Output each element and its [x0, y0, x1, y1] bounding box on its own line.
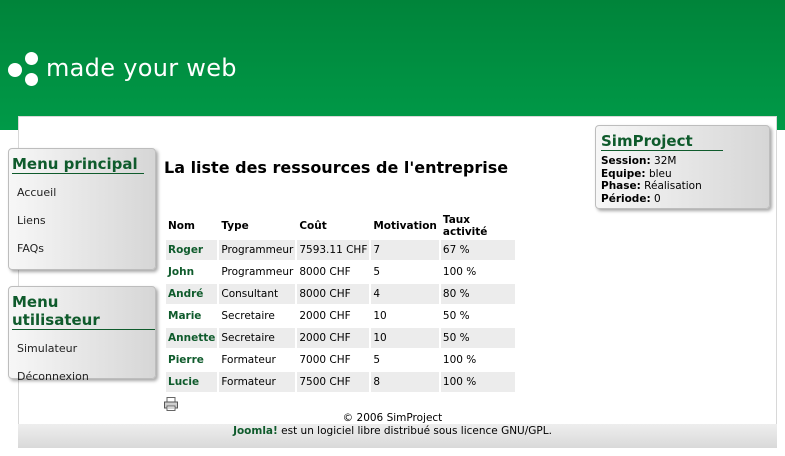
cell-type: Programmeur	[221, 266, 294, 278]
col-header-type: Type	[221, 220, 249, 232]
user-menu: Menu utilisateur Simulateur Déconnexion	[8, 286, 156, 383]
joomla-link[interactable]: Joomla!	[233, 425, 278, 437]
session-row: Session: 32M	[601, 155, 769, 168]
cell-taux: 80 %	[440, 284, 515, 304]
cell-cout: 7500 CHF	[297, 372, 370, 392]
phase-label: Phase:	[601, 180, 641, 192]
cell-motivation: 4	[371, 284, 439, 304]
cell-type: Programmeur	[219, 240, 296, 260]
cell-motivation: 10	[371, 328, 439, 348]
cell-cout: 2000 CHF	[299, 310, 351, 322]
cell-nom[interactable]: John	[166, 262, 217, 282]
cell-nom[interactable]: Annette	[166, 328, 218, 348]
cell-cout: 7593.11 CHF	[297, 240, 370, 260]
cell-taux: 67 %	[440, 240, 515, 260]
site-title: made your web	[46, 54, 237, 82]
main-menu: Menu principal Accueil Liens FAQs	[8, 148, 156, 270]
periode-label: Période:	[601, 192, 651, 205]
copyright-text: © 2006 SimProject	[342, 412, 443, 424]
cell-nom[interactable]: Pierre	[166, 350, 217, 370]
license-rest: est un logiciel libre distribué sous lic…	[277, 425, 552, 437]
cell-taux: 50 %	[440, 328, 515, 348]
cell-type: Formateur	[219, 372, 296, 392]
print-icon[interactable]	[164, 397, 178, 411]
cell-cout: 8000 CHF	[297, 284, 370, 304]
cell-type: Secretaire	[219, 328, 296, 348]
cell-motivation: 10	[373, 310, 387, 322]
table-row: John Programmeur 8000 CHF 5 100 %	[166, 262, 515, 282]
cell-taux: 100 %	[442, 354, 477, 366]
license-text: Joomla! est un logiciel libre distribué …	[0, 425, 785, 437]
col-header-taux: Taux activité	[442, 214, 488, 238]
site-header: made your web	[0, 0, 785, 130]
equipe-label: Equipe:	[601, 167, 646, 180]
menu-item-faqs[interactable]: FAQs	[9, 240, 155, 268]
user-menu-title: Menu utilisateur	[12, 293, 155, 330]
table-row: Marie Secretaire 2000 CHF 10 50 %	[166, 306, 515, 326]
periode-value: 0	[654, 192, 661, 205]
cell-nom[interactable]: Marie	[166, 306, 217, 326]
cell-nom[interactable]: André	[166, 284, 218, 304]
cell-type: Secretaire	[221, 310, 275, 322]
menu-item-label[interactable]: Simulateur	[17, 342, 77, 355]
menu-item-liens[interactable]: Liens	[9, 212, 155, 240]
table-header-row: Nom Type Coût Motivation Taux activité	[166, 214, 515, 238]
cell-motivation: 7	[371, 240, 439, 260]
table-row: Lucie Formateur 7500 CHF 8 100 %	[166, 372, 515, 392]
simproject-panel: SimProject Session: 32M Equipe: bleu Pha…	[595, 125, 770, 209]
cell-nom[interactable]: Roger	[166, 240, 218, 260]
menu-item-label[interactable]: Accueil	[17, 186, 56, 199]
simproject-title: SimProject	[601, 132, 723, 151]
cell-motivation: 8	[371, 372, 439, 392]
cell-cout: 7000 CHF	[299, 354, 351, 366]
menu-item-label[interactable]: FAQs	[17, 242, 44, 255]
periode-row: Période: 0	[601, 193, 769, 206]
menu-item-deconnexion[interactable]: Déconnexion	[9, 368, 155, 396]
cell-type: Formateur	[221, 354, 276, 366]
main-menu-title: Menu principal	[12, 155, 144, 174]
table-row: André Consultant 8000 CHF 4 80 %	[166, 284, 515, 304]
cell-motivation: 5	[373, 354, 381, 366]
cell-motivation: 5	[373, 266, 381, 278]
table-row: Roger Programmeur 7593.11 CHF 7 67 %	[166, 240, 515, 260]
session-value: 32M	[654, 155, 677, 167]
page-title: La liste des ressources de l'entreprise	[164, 158, 509, 177]
table-row: Annette Secretaire 2000 CHF 10 50 %	[166, 328, 515, 348]
menu-item-label[interactable]: Liens	[17, 214, 46, 227]
menu-item-label[interactable]: Déconnexion	[17, 370, 89, 383]
phase-row: Phase: Réalisation	[601, 180, 769, 193]
cell-type: Consultant	[219, 284, 296, 304]
phase-value: Réalisation	[644, 180, 702, 192]
menu-item-simulateur[interactable]: Simulateur	[9, 340, 155, 368]
cell-nom[interactable]: Lucie	[166, 372, 218, 392]
equipe-row: Equipe: bleu	[601, 168, 769, 181]
cell-taux: 100 %	[442, 266, 477, 278]
col-header-nom: Nom	[168, 220, 195, 232]
col-header-motivation: Motivation	[373, 220, 437, 232]
logo-dots-icon	[8, 52, 44, 88]
col-header-cout: Coût	[299, 220, 327, 232]
table-row: Pierre Formateur 7000 CHF 5 100 %	[166, 350, 515, 370]
cell-taux: 100 %	[440, 372, 515, 392]
cell-cout: 8000 CHF	[299, 266, 351, 278]
resources-table: Nom Type Coût Motivation Taux activité R…	[164, 212, 517, 394]
session-label: Session:	[601, 155, 651, 167]
cell-taux: 50 %	[442, 310, 470, 322]
equipe-value: bleu	[648, 167, 672, 180]
cell-cout: 2000 CHF	[297, 328, 370, 348]
menu-item-accueil[interactable]: Accueil	[9, 184, 155, 212]
